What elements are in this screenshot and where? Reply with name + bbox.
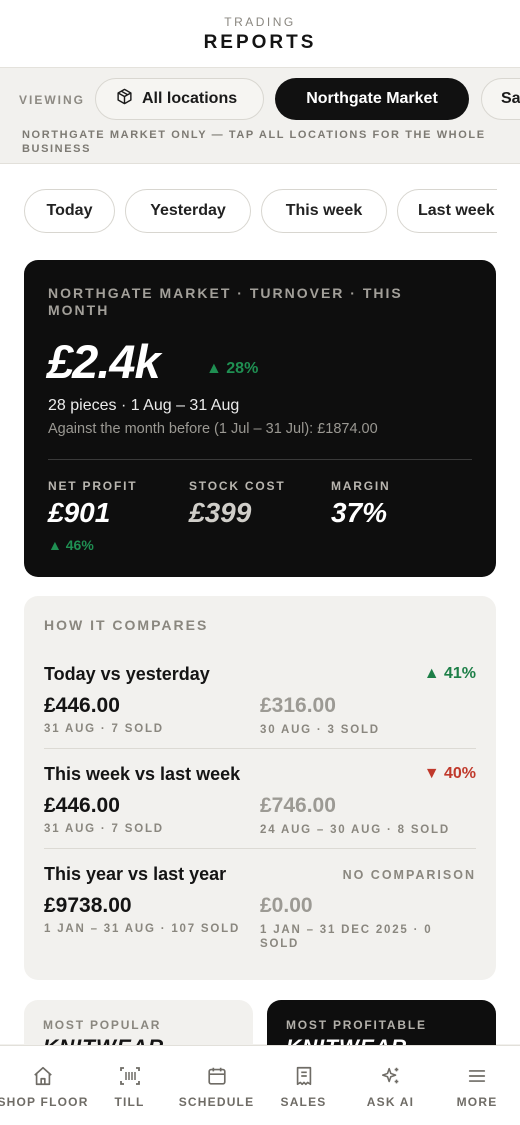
comparison-card: HOW IT COMPARES Today vs yesterday ▲ 41%… — [24, 596, 496, 980]
box-icon — [116, 88, 142, 110]
tab-shop-floor[interactable]: SHOP FLOOR — [0, 1046, 89, 1125]
current-value: £446.00 — [44, 694, 120, 717]
tab-till[interactable]: TILL — [86, 1046, 173, 1125]
header-kicker: TRADING — [224, 15, 296, 29]
location-northgate-button[interactable]: Northgate Market — [275, 78, 469, 120]
comparison-title: This year vs last year — [44, 864, 227, 884]
previous-value: £746.00 — [260, 794, 336, 817]
current-meta: 31 AUG · 7 SOLD — [44, 823, 164, 835]
barcode-scan-icon — [118, 1063, 142, 1089]
turnover-summary: 28 pieces · 1 Aug – 31 Aug — [48, 397, 240, 414]
turnover-card: NORTHGATE MARKET · TURNOVER · THIS MONTH… — [24, 260, 496, 577]
previous-meta: 30 AUG · 3 SOLD — [260, 724, 380, 736]
period-today-button[interactable]: Today — [24, 189, 115, 233]
viewing-label: VIEWING — [19, 93, 86, 107]
location-northgate-label: Northgate Market — [306, 90, 438, 107]
comparison-change: ▼ 40% — [423, 765, 476, 782]
page-title: REPORTS — [203, 32, 317, 53]
tab-schedule[interactable]: SCHEDULE — [173, 1046, 260, 1125]
net-profit-label: NET PROFIT — [48, 479, 138, 493]
divider — [44, 848, 476, 849]
divider — [44, 748, 476, 749]
tab-label: SALES — [280, 1095, 327, 1109]
turnover-comparison: Against the month before (1 Jul – 31 Jul… — [48, 421, 378, 437]
location-all-label: All locations — [142, 90, 238, 107]
location-next-button[interactable]: Sa — [481, 78, 520, 120]
period-this-week-button[interactable]: This week — [261, 189, 387, 233]
calendar-icon — [206, 1063, 228, 1089]
current-value: £446.00 — [44, 794, 120, 817]
margin-value: 37% — [331, 497, 388, 528]
turnover-label: NORTHGATE MARKET · TURNOVER · THIS MONTH — [48, 285, 403, 318]
most-popular-label: MOST POPULAR — [43, 1018, 162, 1032]
turnover-change: ▲ 28% — [206, 360, 259, 377]
stock-cost-label: STOCK COST — [189, 479, 286, 493]
tab-ask-ai[interactable]: ASK AI — [347, 1046, 434, 1125]
tab-label: ASK AI — [366, 1095, 415, 1109]
sparkle-icon — [380, 1063, 402, 1089]
comparison-change: ▲ 41% — [423, 665, 476, 682]
net-profit-change: ▲ 46% — [48, 537, 94, 553]
tab-more[interactable]: MORE — [434, 1046, 520, 1125]
tab-label: MORE — [456, 1095, 498, 1109]
location-selector: VIEWING All locations Northgate Market S… — [0, 68, 520, 164]
tab-label: TILL — [114, 1095, 145, 1109]
tab-label: SHOP FLOOR — [0, 1095, 89, 1109]
previous-meta: 1 JAN – 31 DEC 2025 · 0 SOLD — [260, 924, 433, 950]
comparison-heading: HOW IT COMPARES — [44, 617, 209, 633]
location-all-button[interactable]: All locations — [95, 78, 264, 120]
previous-value: £316.00 — [260, 694, 336, 717]
menu-icon — [466, 1063, 488, 1089]
location-next-label: Sa — [501, 90, 520, 107]
tab-sales[interactable]: SALES — [260, 1046, 347, 1125]
period-yesterday-button[interactable]: Yesterday — [125, 189, 251, 233]
comparison-title: Today vs yesterday — [44, 664, 210, 684]
divider — [48, 459, 472, 460]
stock-cost-value: £399 — [189, 497, 252, 528]
previous-meta: 24 AUG – 30 AUG · 8 SOLD — [260, 824, 450, 836]
app-header: TRADING REPORTS — [0, 0, 520, 68]
bottom-tab-bar: SHOP FLOOR TILL SCHEDULE SALES ASK AI MO… — [0, 1045, 520, 1125]
net-profit-value: £901 — [48, 497, 111, 528]
current-meta: 31 AUG · 7 SOLD — [44, 723, 164, 735]
receipt-icon — [293, 1063, 315, 1089]
margin-label: MARGIN — [331, 479, 391, 493]
location-hint: NORTHGATE MARKET ONLY — TAP ALL LOCATION… — [22, 129, 486, 155]
most-profitable-label: MOST PROFITABLE — [286, 1018, 427, 1032]
home-icon — [32, 1063, 54, 1089]
tab-label: SCHEDULE — [178, 1095, 255, 1109]
current-value: £9738.00 — [44, 894, 132, 917]
period-selector: Today Yesterday This week Last week — [0, 164, 520, 254]
previous-value: £0.00 — [260, 894, 313, 917]
current-meta: 1 JAN – 31 AUG · 107 SOLD — [44, 923, 241, 935]
comparison-title: This week vs last week — [44, 764, 241, 784]
period-last-week-button[interactable]: Last week — [397, 189, 497, 233]
turnover-value: £2.4k — [47, 335, 161, 388]
comparison-change: NO COMPARISON — [342, 868, 476, 882]
